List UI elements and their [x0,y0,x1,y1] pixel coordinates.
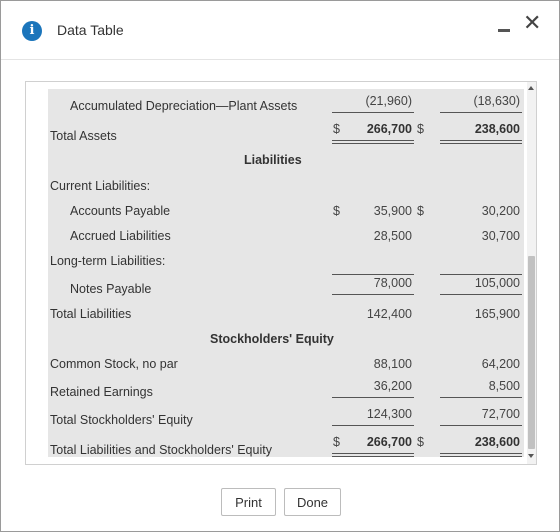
info-icon: i [22,21,42,41]
accumulated-depreciation-col1: (21,960) [365,94,412,108]
total-assets-col2: 238,600 [474,122,520,136]
underline [332,294,414,295]
row-label-total-liabilities-and-equity: Total Liabilities and Stockholders' Equi… [50,443,272,457]
scroll-up-arrow-icon[interactable] [528,86,534,90]
overline [332,274,414,275]
accrued-liabilities-col1: 28,500 [373,229,412,243]
section-header-stockholders-equity: Stockholders' Equity [210,332,334,346]
dollar-sign: $ [333,435,340,449]
underline [332,425,414,426]
common-stock-col2: 64,200 [481,357,520,371]
row-label-accounts-payable: Accounts Payable [70,204,171,218]
accounts-payable-col2: 30,200 [481,204,520,218]
common-stock-col1: 88,100 [373,357,412,371]
retained-earnings-col1: 36,200 [373,379,412,393]
dollar-sign: $ [333,204,340,218]
total-liabilities-and-equity-col1: 266,700 [366,435,412,449]
notes-payable-col2: 105,000 [474,276,520,290]
row-label-total-assets: Total Assets [50,129,117,143]
row-label-retained-earnings: Retained Earnings [50,385,153,399]
dollar-sign: $ [417,435,424,449]
total-equity-col2: 72,700 [481,407,520,421]
balance-sheet-table: Accumulated Depreciation—Plant Assets (2… [48,89,524,457]
row-label-accrued-liabilities: Accrued Liabilities [70,229,171,243]
double-underline [440,140,522,141]
double-underline [332,456,414,457]
overline [440,274,522,275]
total-liabilities-col2: 165,900 [474,307,520,321]
double-underline [440,453,522,454]
dollar-sign: $ [333,122,340,136]
double-underline [332,140,414,141]
data-table-dialog: i Data Table ✕ Accumulated Depreciation—… [0,0,560,532]
total-liabilities-col1: 142,400 [366,307,412,321]
double-underline [332,143,414,144]
double-underline [332,453,414,454]
underline [440,425,522,426]
underline [332,112,414,113]
minimize-icon[interactable] [498,29,510,32]
row-label-long-term-liabilities: Long-term Liabilities: [50,254,166,268]
scrollbar-thumb[interactable] [528,256,535,449]
vertical-scrollbar[interactable] [527,82,536,464]
total-equity-col1: 124,300 [366,407,412,421]
scroll-down-arrow-icon[interactable] [528,454,534,458]
notes-payable-col1: 78,000 [373,276,412,290]
table-scroll-container[interactable]: Accumulated Depreciation—Plant Assets (2… [25,81,537,465]
double-underline [440,143,522,144]
close-icon[interactable]: ✕ [523,11,541,36]
dollar-sign: $ [417,122,424,136]
row-label-current-liabilities: Current Liabilities: [50,179,151,193]
retained-earnings-col2: 8,500 [488,379,520,393]
double-underline [440,456,522,457]
row-label-total-liabilities: Total Liabilities [50,307,132,321]
dialog-title: Data Table [57,22,124,38]
print-button[interactable]: Print [221,488,276,516]
row-label-notes-payable: Notes Payable [70,282,152,296]
row-label-common-stock: Common Stock, no par [50,357,178,371]
dollar-sign: $ [417,204,424,218]
done-button[interactable]: Done [284,488,341,516]
accounts-payable-col1: 35,900 [373,204,412,218]
underline [332,397,414,398]
underline [440,397,522,398]
underline [440,112,522,113]
title-bar: i Data Table ✕ [1,1,559,60]
total-liabilities-and-equity-col2: 238,600 [474,435,520,449]
row-label-total-stockholders-equity: Total Stockholders' Equity [50,413,193,427]
accrued-liabilities-col2: 30,700 [481,229,520,243]
section-header-liabilities: Liabilities [244,153,302,167]
total-assets-col1: 266,700 [366,122,412,136]
underline [440,294,522,295]
row-label-accumulated-depreciation: Accumulated Depreciation—Plant Assets [70,99,298,113]
accumulated-depreciation-col2: (18,630) [473,94,520,108]
